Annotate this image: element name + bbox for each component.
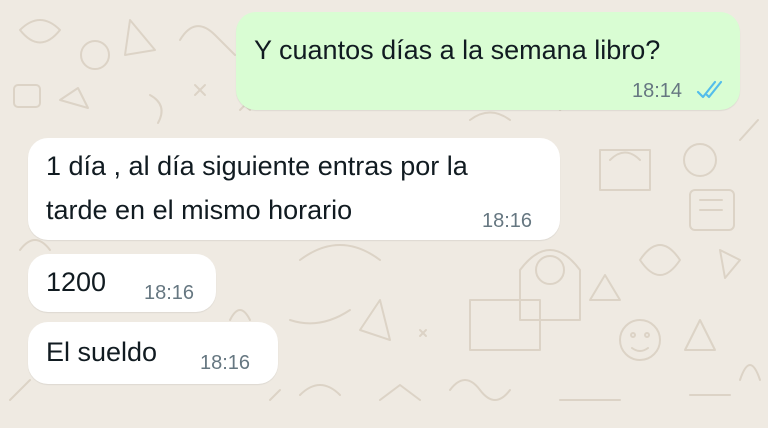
message-text: 1200 [46, 267, 107, 297]
chat-messages: Y cuantos días a la semana libro? 18:14 … [0, 0, 768, 428]
outgoing-message-bubble[interactable]: Y cuantos días a la semana libro? 18:14 [236, 12, 740, 110]
message-time: 18:16 [482, 210, 533, 232]
incoming-message-bubble[interactable]: 1 día , al día siguiente entras por la t… [28, 138, 560, 240]
message-time: 18:14 [632, 80, 683, 102]
message-time: 18:16 [144, 282, 195, 304]
message-time: 18:16 [200, 352, 251, 374]
message-text-line-1: 1 día , al día siguiente entras por la [46, 151, 468, 181]
message-text: El sueldo [46, 337, 158, 367]
message-text: Y cuantos días a la semana libro? [254, 35, 661, 65]
message-text-line-2: tarde en el mismo horario [46, 195, 353, 225]
incoming-message-bubble[interactable]: 1200 18:16 [28, 254, 216, 312]
incoming-message-bubble[interactable]: El sueldo 18:16 [28, 322, 278, 384]
double-check-read-icon [696, 80, 723, 99]
